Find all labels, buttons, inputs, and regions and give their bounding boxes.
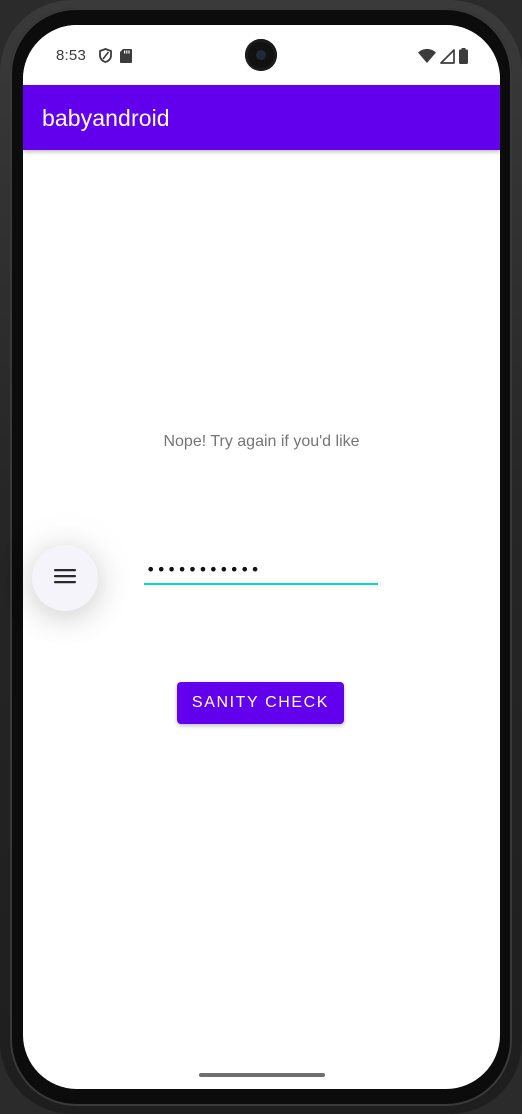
menu-icon	[54, 568, 76, 589]
front-camera	[245, 39, 277, 71]
phone-screen: 8:53 babyandroid Nope! Try again if you'…	[23, 25, 500, 1089]
shield-icon	[99, 48, 112, 68]
result-message: Nope! Try again if you'd like	[163, 433, 360, 450]
wifi-icon	[418, 49, 436, 68]
status-time: 8:53	[56, 47, 86, 64]
cell-signal-icon	[440, 48, 455, 69]
app-title: babyandroid	[42, 105, 170, 131]
status-right-icons	[418, 48, 468, 69]
status-bar: 8:53	[23, 25, 500, 85]
status-left-icons	[99, 48, 132, 68]
app-bar: babyandroid	[23, 85, 500, 150]
home-indicator[interactable]	[199, 1073, 325, 1077]
sd-card-icon	[120, 48, 132, 68]
sanity-check-button[interactable]: SANITY CHECK	[177, 682, 344, 724]
floating-menu-button[interactable]	[32, 545, 98, 611]
battery-icon	[459, 48, 468, 69]
password-input[interactable]	[144, 555, 378, 585]
